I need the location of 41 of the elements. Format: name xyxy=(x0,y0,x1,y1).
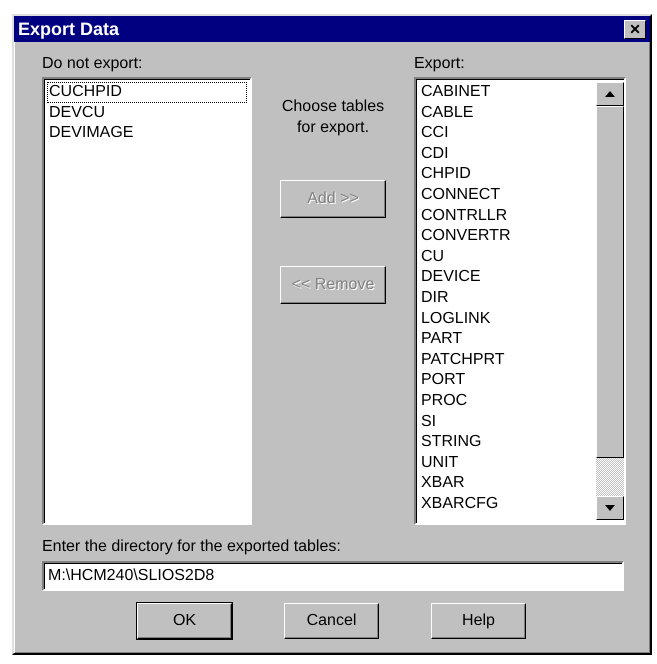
window-title: Export Data xyxy=(18,18,120,41)
scroll-up-button[interactable] xyxy=(596,82,624,106)
scroll-up-icon[interactable] xyxy=(605,91,615,97)
list-item[interactable]: CONTRLLR xyxy=(419,206,596,226)
list-item[interactable]: CUCHPID xyxy=(47,82,247,103)
list-item[interactable]: DEVCU xyxy=(47,102,247,124)
list-item[interactable]: LOGLINK xyxy=(419,308,596,330)
list-label: Export: xyxy=(414,54,466,74)
list-item[interactable]: DIR xyxy=(419,288,596,309)
list-item[interactable]: XBAR xyxy=(419,473,596,494)
list-item[interactable]: PATCHPRT xyxy=(419,350,596,370)
list-item[interactable]: CHPID xyxy=(419,164,596,185)
list-label: Do not export: xyxy=(42,54,144,74)
list-item[interactable]: CABINET xyxy=(419,82,596,103)
cancel-button[interactable]: Cancel xyxy=(284,603,379,639)
list-item[interactable]: PROC xyxy=(419,390,596,412)
list-item[interactable]: PART xyxy=(419,329,596,350)
scroll-down-button[interactable] xyxy=(596,496,624,520)
list-item[interactable]: XBARCFG xyxy=(419,494,596,514)
help-button[interactable]: Help xyxy=(431,603,526,639)
scroll-thumb[interactable] xyxy=(596,106,624,458)
ok-button[interactable]: OK xyxy=(137,603,232,639)
export-tables-list[interactable]: CABINET CABLE CCI CDI CHPID CONNECT CONTRLLR CONVERTR CU DEVICE DIR LOGLINK PART PATCHPRT PORT PROC SI STRING UNIT XBAR XBARCFG xyxy=(414,77,626,525)
list-item[interactable]: CONNECT xyxy=(419,184,596,206)
scroll-down-icon[interactable] xyxy=(605,505,615,511)
list-item[interactable]: CU xyxy=(419,246,596,268)
list-item[interactable]: CONVERTR xyxy=(419,226,596,247)
directory-field[interactable]: M:\HCM240\SLIOS2D8 xyxy=(42,561,624,591)
list-item[interactable]: CCI xyxy=(419,123,596,144)
list-item[interactable]: SI xyxy=(419,412,596,432)
instruction-text: Choose tables for export. xyxy=(280,97,386,138)
list-item[interactable]: UNIT xyxy=(419,452,596,474)
list-item[interactable]: DEVIMAGE xyxy=(47,123,247,144)
list-item[interactable]: STRING xyxy=(419,432,596,453)
available-tables-list[interactable]: CUCHPID DEVCU DEVIMAGE xyxy=(42,77,252,525)
list-item[interactable]: PORT xyxy=(419,370,596,391)
list-item[interactable]: CDI xyxy=(419,144,596,164)
list-item[interactable]: CABLE xyxy=(419,102,596,124)
directory-label: Enter the directory for the exported tables: xyxy=(42,537,342,557)
list-item[interactable]: DEVICE xyxy=(419,267,596,288)
close-button[interactable]: × xyxy=(624,20,646,38)
